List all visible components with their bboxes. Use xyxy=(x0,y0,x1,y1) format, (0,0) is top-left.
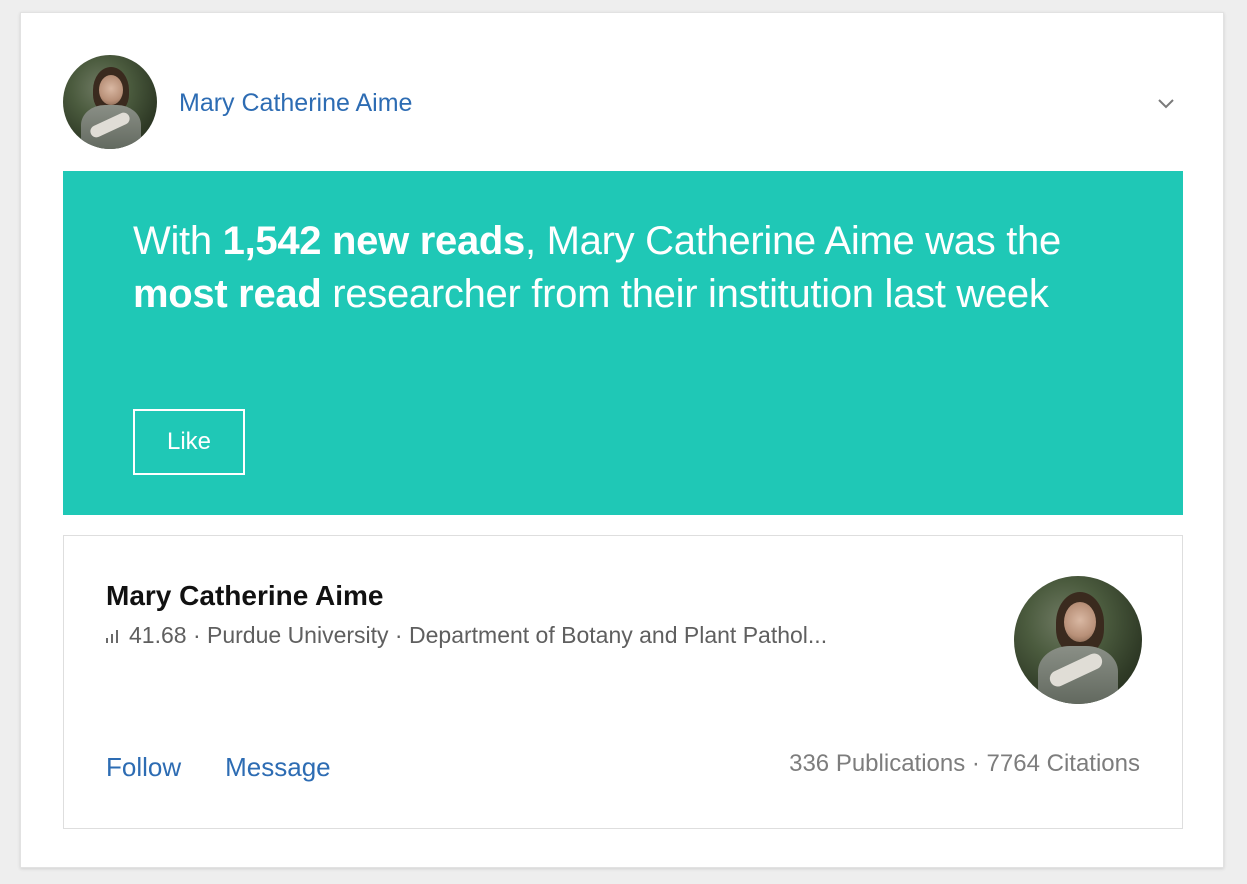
banner-text-part: , Mary Catherine Aime was the xyxy=(524,219,1061,263)
profile-actions: Follow Message xyxy=(106,752,375,783)
reads-count: 1,542 new reads xyxy=(222,219,526,263)
publication-stats: 336 Publications · 7764 Citations xyxy=(789,750,1140,777)
chevron-down-icon[interactable] xyxy=(1151,89,1181,119)
bar-chart-icon xyxy=(106,629,121,643)
follow-button[interactable]: Follow xyxy=(106,752,181,783)
meta-separator: · xyxy=(186,622,208,648)
profile-meta: 41.68 · Purdue University · Department o… xyxy=(106,622,827,649)
message-button[interactable]: Message xyxy=(225,752,331,783)
department[interactable]: Department of Botany and Plant Pathol... xyxy=(409,622,827,649)
author-avatar[interactable] xyxy=(63,55,157,149)
feed-card: Mary Catherine Aime With 1,542 new reads… xyxy=(20,12,1224,868)
profile-avatar[interactable] xyxy=(1014,576,1142,704)
profile-name[interactable]: Mary Catherine Aime xyxy=(106,580,384,612)
meta-separator: · xyxy=(388,622,409,648)
most-read-emphasis: most read xyxy=(133,272,322,316)
avatar-face xyxy=(99,75,123,105)
most-read-banner: With 1,542 new reads, Mary Catherine Aim… xyxy=(63,171,1183,515)
like-button[interactable]: Like xyxy=(133,409,245,475)
institution[interactable]: Purdue University xyxy=(207,622,389,649)
card-header: Mary Catherine Aime xyxy=(21,13,1223,173)
author-name-link[interactable]: Mary Catherine Aime xyxy=(179,89,412,118)
banner-text-part: With xyxy=(133,219,223,263)
avatar-face xyxy=(1064,602,1096,642)
rg-score: 41.68 xyxy=(129,622,187,648)
chevron-down-icon-svg xyxy=(1158,99,1174,109)
banner-text-part: researcher from their institution last w… xyxy=(321,272,1049,316)
banner-message: With 1,542 new reads, Mary Catherine Aim… xyxy=(133,215,1113,321)
profile-card: Mary Catherine Aime 41.68 · Purdue Unive… xyxy=(63,535,1183,829)
